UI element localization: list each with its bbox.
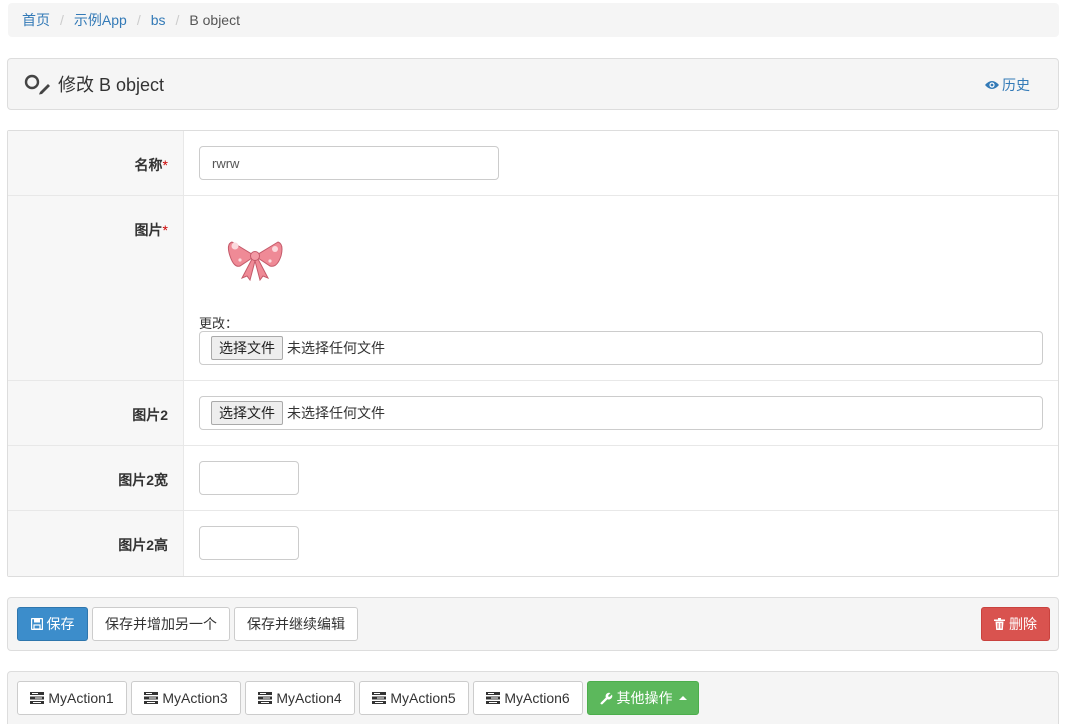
save-continue-button[interactable]: 保存并继续编辑 <box>234 607 358 641</box>
action-label: MyAction3 <box>162 690 228 706</box>
image-thumbnail[interactable] <box>226 234 284 282</box>
save-add-another-button[interactable]: 保存并增加另一个 <box>92 607 230 641</box>
page-header: 修改 B object 历史 <box>7 58 1059 110</box>
form-row-image2: 图片2 选择文件 未选择任何文件 <box>8 381 1058 446</box>
submit-row: 保存 保存并增加另一个 保存并继续编辑 删除 <box>7 597 1059 651</box>
breadcrumb-separator: / <box>60 12 64 28</box>
my-action-6-button[interactable]: MyAction6 <box>473 681 583 715</box>
required-mark: * <box>162 157 168 173</box>
breadcrumb-separator: / <box>175 12 180 28</box>
actions-bar: MyAction1 MyAction3 MyAction4 MyAction5 … <box>7 671 1059 724</box>
image2-width-label: 图片2宽 <box>8 446 184 510</box>
name-input[interactable] <box>199 146 499 180</box>
breadcrumb: 首页 / 示例App / bs / B object <box>8 3 1059 37</box>
required-mark: * <box>162 222 168 238</box>
eye-icon <box>985 81 999 89</box>
trash-icon <box>994 618 1005 630</box>
save-button[interactable]: 保存 <box>17 607 88 641</box>
delete-label: 删除 <box>1009 616 1037 632</box>
other-actions-label: 其他操作 <box>616 690 673 706</box>
save-icon <box>30 618 43 630</box>
tasks-icon <box>30 692 45 704</box>
history-link[interactable]: 历史 <box>985 75 1030 95</box>
page-title: 修改 B object <box>58 75 165 95</box>
image2-width-input[interactable] <box>199 461 299 495</box>
form-row-image2-width: 图片2宽 <box>8 446 1058 511</box>
edit-icon <box>24 74 50 95</box>
form-row-image2-height: 图片2高 <box>8 511 1058 576</box>
caret-up-icon <box>678 696 687 700</box>
image-label: 图片* <box>8 196 184 380</box>
breadcrumb-model-link[interactable]: bs <box>151 12 166 28</box>
tasks-icon <box>258 692 273 704</box>
file-status: 未选择任何文件 <box>287 340 385 356</box>
history-label: 历史 <box>1002 77 1030 93</box>
image2-height-input[interactable] <box>199 526 299 560</box>
my-action-3-button[interactable]: MyAction3 <box>131 681 241 715</box>
action-label: MyAction5 <box>390 690 456 706</box>
tasks-icon <box>144 692 159 704</box>
choose-file-button[interactable]: 选择文件 <box>211 336 283 360</box>
my-action-1-button[interactable]: MyAction1 <box>17 681 127 715</box>
edit-form: 名称* 图片* 更改： 选择文件 未选择任何文件 <box>7 130 1059 577</box>
file-status: 未选择任何文件 <box>287 405 385 421</box>
breadcrumb-separator: / <box>136 12 141 28</box>
save-label: 保存 <box>46 616 75 632</box>
action-label: MyAction6 <box>504 690 570 706</box>
breadcrumb-current: B object <box>189 12 240 28</box>
image-change-label: 更改： <box>199 316 239 331</box>
breadcrumb-app-link[interactable]: 示例App <box>74 10 127 30</box>
action-label: MyAction4 <box>276 690 342 706</box>
delete-button[interactable]: 删除 <box>981 607 1050 641</box>
wrench-icon <box>599 692 612 704</box>
choose-file-button[interactable]: 选择文件 <box>211 401 283 425</box>
image2-height-label: 图片2高 <box>8 511 184 576</box>
action-label: MyAction1 <box>48 690 114 706</box>
image-file-input[interactable]: 选择文件 未选择任何文件 <box>199 331 1043 365</box>
tasks-icon <box>486 692 501 704</box>
image2-file-input[interactable]: 选择文件 未选择任何文件 <box>199 396 1043 430</box>
name-label: 名称* <box>8 131 184 195</box>
image2-label: 图片2 <box>8 381 184 445</box>
tasks-icon <box>372 692 387 704</box>
form-row-name: 名称* <box>8 131 1058 196</box>
my-action-5-button[interactable]: MyAction5 <box>359 681 469 715</box>
breadcrumb-home-link[interactable]: 首页 <box>22 10 50 30</box>
form-row-image: 图片* 更改： 选择文件 未选择任何文件 <box>8 196 1058 381</box>
my-action-4-button[interactable]: MyAction4 <box>245 681 355 715</box>
other-actions-dropdown[interactable]: 其他操作 <box>587 681 699 715</box>
